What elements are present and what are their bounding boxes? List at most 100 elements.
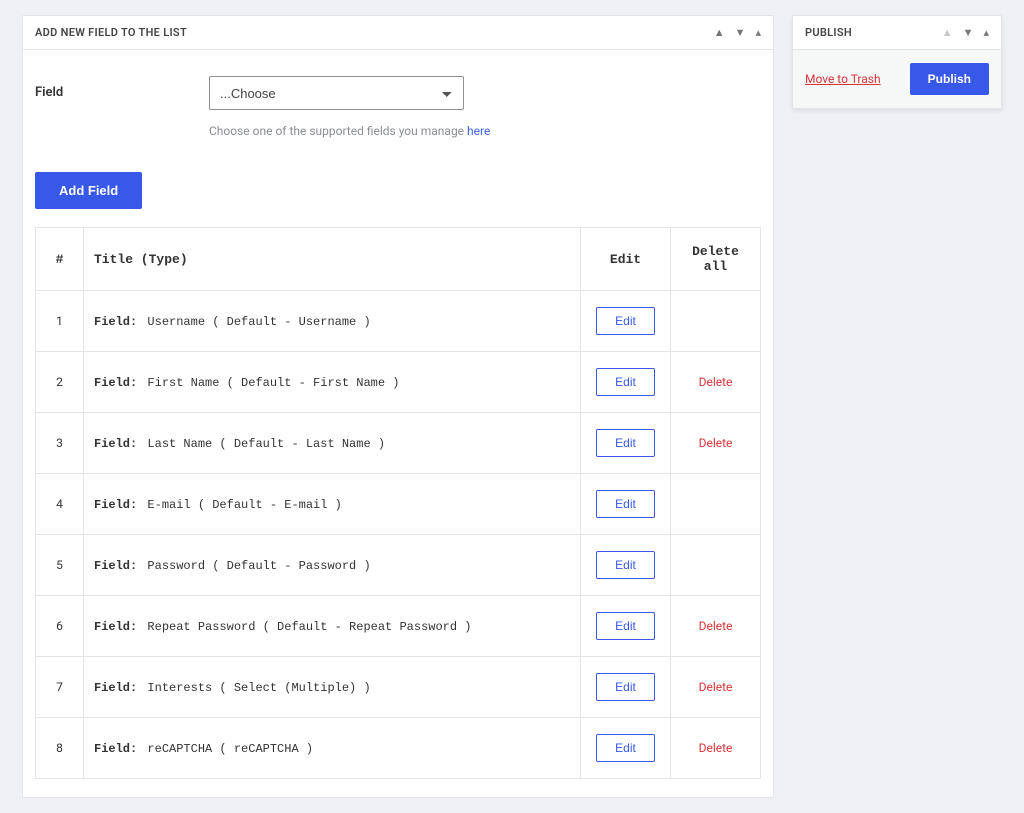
edit-button[interactable]: Edit — [596, 307, 655, 335]
table-row: 1Field: Username ( Default - Username )E… — [36, 291, 761, 352]
caret-up-icon[interactable]: ▴ — [983, 27, 989, 38]
row-title: Field: reCAPTCHA ( reCAPTCHA ) — [84, 718, 581, 779]
delete-link[interactable]: Delete — [699, 680, 733, 694]
row-title: Field: Password ( Default - Password ) — [84, 535, 581, 596]
edit-button[interactable]: Edit — [596, 673, 655, 701]
table-header-row: # Title (Type) Edit Delete all — [36, 228, 761, 291]
field-prefix: Field: — [94, 681, 137, 695]
panel-title: ADD NEW FIELD TO THE LIST — [35, 26, 187, 39]
field-select-row: Field ...Choose Choose one of the suppor… — [35, 76, 761, 138]
publish-controls: ▲ ▼ ▴ — [942, 27, 989, 38]
row-edit: Edit — [581, 474, 671, 535]
field-prefix: Field: — [94, 559, 137, 573]
field-value: Password ( Default - Password ) — [140, 559, 370, 573]
field-value: reCAPTCHA ( reCAPTCHA ) — [140, 742, 313, 756]
field-help-text: Choose one of the supported fields you m… — [209, 124, 467, 138]
row-title: Field: Repeat Password ( Default - Repea… — [84, 596, 581, 657]
chevron-up-icon[interactable]: ▲ — [714, 27, 725, 38]
field-value: Interests ( Select (Multiple) ) — [140, 681, 370, 695]
table-row: 4Field: E-mail ( Default - E-mail )Edit — [36, 474, 761, 535]
edit-button[interactable]: Edit — [596, 734, 655, 762]
delete-link[interactable]: Delete — [699, 619, 733, 633]
move-to-trash-link[interactable]: Move to Trash — [805, 72, 881, 86]
chevron-up-icon[interactable]: ▲ — [942, 27, 953, 38]
row-delete: Delete — [671, 352, 761, 413]
row-edit: Edit — [581, 413, 671, 474]
publish-body: Move to Trash Publish — [793, 50, 1001, 108]
row-num: 2 — [36, 352, 84, 413]
panel-header: ADD NEW FIELD TO THE LIST ▲ ▼ ▴ — [23, 16, 773, 50]
row-title: Field: First Name ( Default - First Name… — [84, 352, 581, 413]
edit-button[interactable]: Edit — [596, 551, 655, 579]
row-title: Field: Interests ( Select (Multiple) ) — [84, 657, 581, 718]
row-delete — [671, 291, 761, 352]
caret-up-icon[interactable]: ▴ — [755, 27, 761, 38]
publish-header: PUBLISH ▲ ▼ ▴ — [793, 16, 1001, 50]
row-title: Field: Username ( Default - Username ) — [84, 291, 581, 352]
publish-panel: PUBLISH ▲ ▼ ▴ Move to Trash Publish — [792, 15, 1002, 109]
row-num: 3 — [36, 413, 84, 474]
row-edit: Edit — [581, 291, 671, 352]
field-value: Username ( Default - Username ) — [140, 315, 370, 329]
row-delete — [671, 535, 761, 596]
row-num: 1 — [36, 291, 84, 352]
col-edit: Edit — [581, 228, 671, 291]
table-row: 6Field: Repeat Password ( Default - Repe… — [36, 596, 761, 657]
field-label: Field — [35, 76, 195, 100]
chevron-down-icon[interactable]: ▼ — [735, 27, 746, 38]
field-control: ...Choose Choose one of the supported fi… — [209, 76, 761, 138]
publish-button[interactable]: Publish — [910, 63, 989, 95]
row-title: Field: E-mail ( Default - E-mail ) — [84, 474, 581, 535]
delete-link[interactable]: Delete — [699, 436, 733, 450]
row-delete: Delete — [671, 718, 761, 779]
table-row: 3Field: Last Name ( Default - Last Name … — [36, 413, 761, 474]
row-edit: Edit — [581, 657, 671, 718]
row-title: Field: Last Name ( Default - Last Name ) — [84, 413, 581, 474]
col-num: # — [36, 228, 84, 291]
col-title: Title (Type) — [84, 228, 581, 291]
row-num: 7 — [36, 657, 84, 718]
row-edit: Edit — [581, 535, 671, 596]
row-edit: Edit — [581, 352, 671, 413]
field-prefix: Field: — [94, 742, 137, 756]
field-help: Choose one of the supported fields you m… — [209, 124, 761, 138]
row-delete: Delete — [671, 657, 761, 718]
field-value: Last Name ( Default - Last Name ) — [140, 437, 385, 451]
add-field-panel: ADD NEW FIELD TO THE LIST ▲ ▼ ▴ Field ..… — [22, 15, 774, 798]
field-prefix: Field: — [94, 437, 137, 451]
field-prefix: Field: — [94, 376, 137, 390]
edit-button[interactable]: Edit — [596, 368, 655, 396]
delete-link[interactable]: Delete — [699, 375, 733, 389]
field-prefix: Field: — [94, 315, 137, 329]
field-prefix: Field: — [94, 498, 137, 512]
edit-button[interactable]: Edit — [596, 612, 655, 640]
delete-link[interactable]: Delete — [699, 741, 733, 755]
row-edit: Edit — [581, 718, 671, 779]
table-row: 5Field: Password ( Default - Password )E… — [36, 535, 761, 596]
fields-table: # Title (Type) Edit Delete all 1Field: U… — [35, 227, 761, 779]
field-value: E-mail ( Default - E-mail ) — [140, 498, 342, 512]
field-select[interactable]: ...Choose — [209, 76, 464, 110]
row-delete — [671, 474, 761, 535]
panel-controls: ▲ ▼ ▴ — [714, 27, 761, 38]
chevron-down-icon[interactable]: ▼ — [963, 27, 974, 38]
table-row: 8Field: reCAPTCHA ( reCAPTCHA )EditDelet… — [36, 718, 761, 779]
row-delete: Delete — [671, 413, 761, 474]
table-row: 2Field: First Name ( Default - First Nam… — [36, 352, 761, 413]
add-field-button[interactable]: Add Field — [35, 172, 142, 209]
col-delete-all[interactable]: Delete all — [671, 228, 761, 291]
row-num: 6 — [36, 596, 84, 657]
field-help-link[interactable]: here — [467, 124, 490, 138]
field-value: Repeat Password ( Default - Repeat Passw… — [140, 620, 471, 634]
publish-title: PUBLISH — [805, 26, 852, 39]
field-prefix: Field: — [94, 620, 137, 634]
table-row: 7Field: Interests ( Select (Multiple) )E… — [36, 657, 761, 718]
panel-body: Field ...Choose Choose one of the suppor… — [23, 50, 773, 797]
edit-button[interactable]: Edit — [596, 429, 655, 457]
row-delete: Delete — [671, 596, 761, 657]
row-num: 8 — [36, 718, 84, 779]
row-edit: Edit — [581, 596, 671, 657]
row-num: 5 — [36, 535, 84, 596]
field-value: First Name ( Default - First Name ) — [140, 376, 399, 390]
edit-button[interactable]: Edit — [596, 490, 655, 518]
